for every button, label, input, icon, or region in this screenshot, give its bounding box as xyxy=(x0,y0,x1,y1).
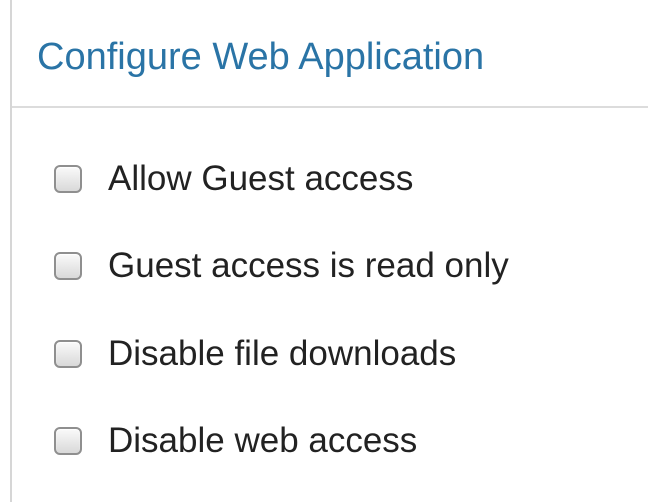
allow-guest-access-checkbox[interactable] xyxy=(54,165,82,193)
disable-file-downloads-checkbox[interactable] xyxy=(54,340,82,368)
allow-guest-access-label: Allow Guest access xyxy=(108,159,414,198)
allow-guest-access-option[interactable]: Allow Guest access xyxy=(54,156,413,202)
panel-title: Configure Web Application xyxy=(37,36,485,78)
guest-access-read-only-label: Guest access is read only xyxy=(108,246,509,285)
disable-web-access-label: Disable web access xyxy=(108,421,418,460)
disable-file-downloads-option[interactable]: Disable file downloads xyxy=(54,331,456,377)
guest-access-read-only-option[interactable]: Guest access is read only xyxy=(54,243,509,289)
guest-access-read-only-checkbox[interactable] xyxy=(54,252,82,280)
panel-header: Configure Web Application xyxy=(12,0,648,108)
disable-web-access-checkbox[interactable] xyxy=(54,427,82,455)
disable-file-downloads-label: Disable file downloads xyxy=(108,334,457,373)
disable-web-access-option[interactable]: Disable web access xyxy=(54,418,417,464)
configure-web-application-panel: Configure Web Application Allow Guest ac… xyxy=(10,0,648,502)
